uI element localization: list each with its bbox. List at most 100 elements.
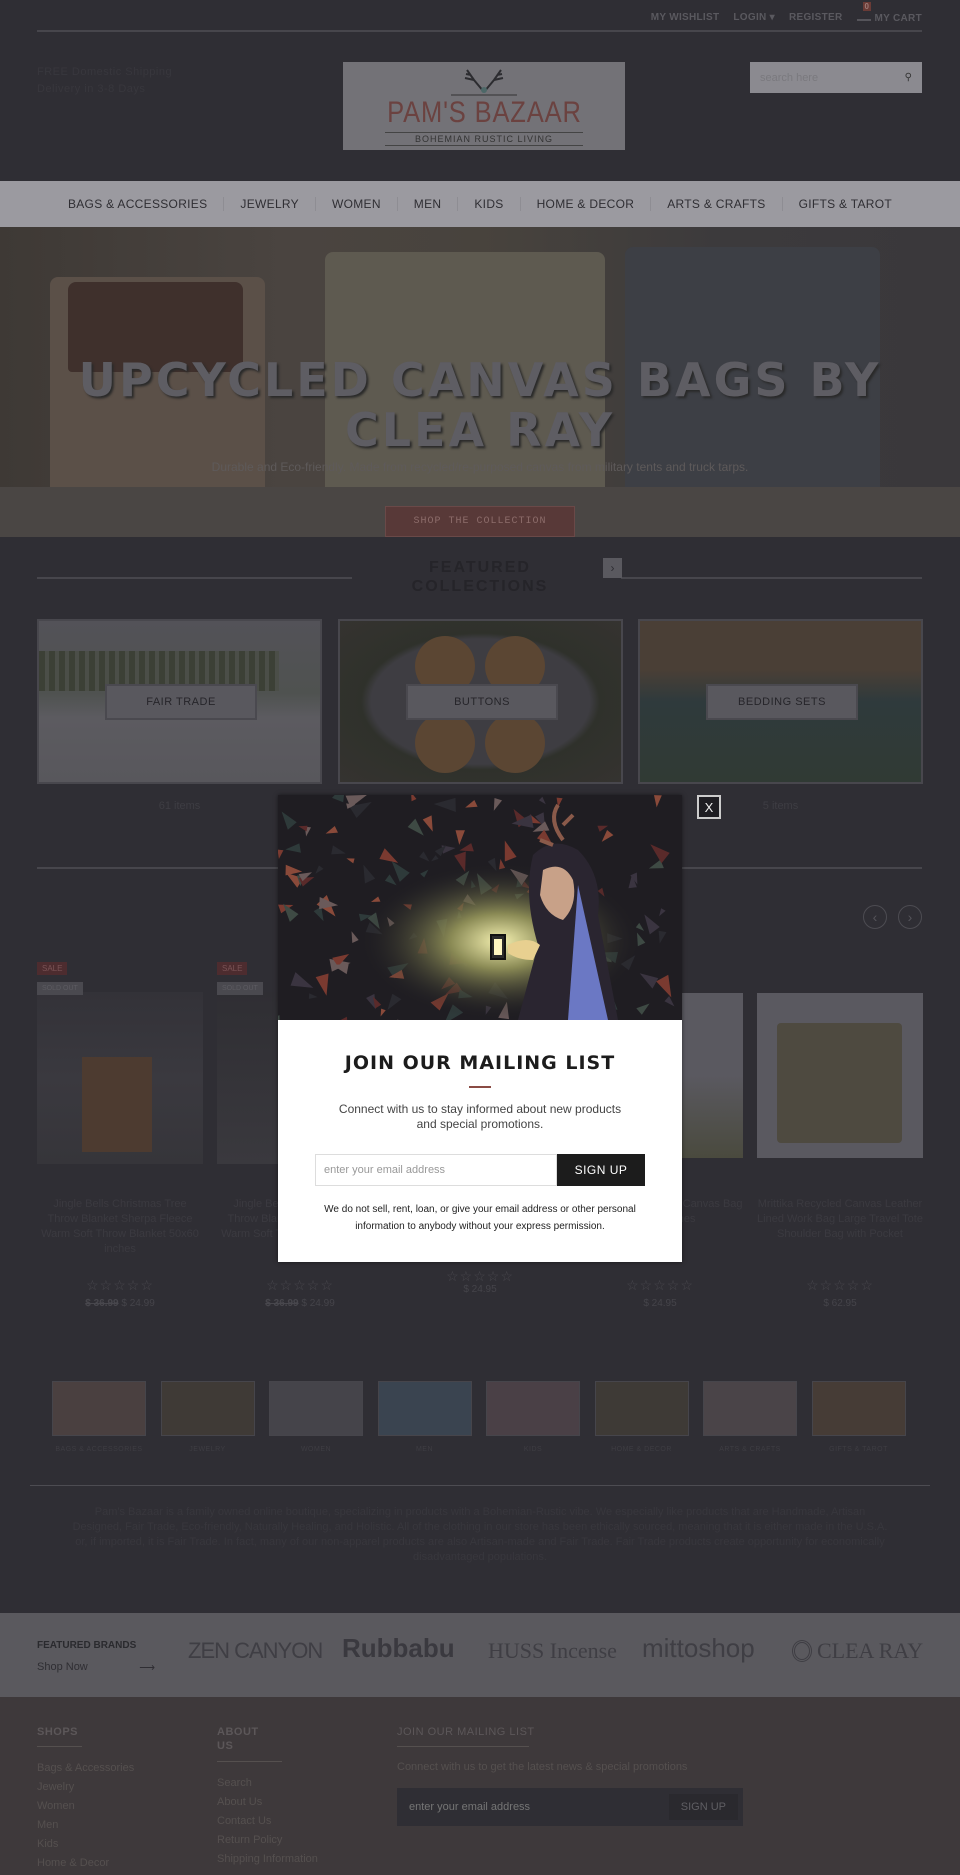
modal-signup-button[interactable]: SIGN UP [557, 1154, 645, 1186]
login-link[interactable]: LOGIN ▾ [733, 12, 775, 23]
nav-item[interactable]: WOMEN [314, 197, 397, 211]
title-underline [469, 1086, 491, 1088]
footer-link[interactable]: Search [217, 1774, 318, 1793]
footer-link[interactable]: Bags & Accessories [37, 1759, 134, 1778]
product-title[interactable]: Mrittika Recycled Canvas Leather Lined W… [757, 1197, 923, 1242]
footer-link[interactable]: Kids [37, 1835, 134, 1854]
collection-card-buttons[interactable]: BUTTONS [338, 619, 623, 784]
footer-link[interactable]: Home & Decor [37, 1854, 134, 1873]
featured-collections-title: FEATURED COLLECTIONS [411, 559, 549, 595]
nav-item[interactable]: KIDS [457, 197, 519, 211]
category-thumb[interactable] [160, 1381, 255, 1436]
current-price: $ 24.99 [301, 1298, 335, 1309]
store-logo[interactable]: PAM'S BAZAAR BOHEMIAN RUSTIC LIVING [343, 62, 625, 150]
footer-link[interactable]: Contact Us [217, 1812, 318, 1831]
wishlist-link[interactable]: MY WISHLIST [651, 12, 720, 23]
carousel-next-icon[interactable]: › [898, 905, 922, 929]
footer-link[interactable]: About Us [217, 1793, 318, 1812]
modal-description: Connect with us to stay informed about n… [338, 1102, 622, 1131]
sale-badge: SALE [217, 962, 248, 975]
footer-link[interactable]: Shipping Information [217, 1850, 318, 1869]
nav-item[interactable]: JEWELRY [223, 197, 315, 211]
brand-logo-clea-ray[interactable]: CLEA RAY [792, 1638, 923, 1664]
current-price: $ 62.95 [823, 1298, 857, 1309]
cart-icon: 0 [856, 2, 872, 21]
nav-item[interactable]: MEN [396, 197, 458, 211]
category-thumb[interactable] [377, 1381, 472, 1436]
category-thumb[interactable] [811, 1381, 906, 1436]
footer-link[interactable]: Women [37, 1797, 134, 1816]
close-icon[interactable]: X [697, 795, 721, 819]
category-label[interactable]: BAGS & ACCESSORIES [52, 1446, 146, 1453]
rating-stars-icon: ☆☆☆☆☆ [86, 1277, 154, 1293]
brand-logo-mittoshop[interactable]: mittoshop [642, 1633, 755, 1664]
footer-link[interactable]: Return Policy [217, 1831, 318, 1850]
category-label[interactable]: ARTS & CRAFTS [703, 1446, 797, 1453]
nav-item[interactable]: ARTS & CRAFTS [650, 197, 781, 211]
footer-link[interactable]: Jewelry [37, 1778, 134, 1797]
hero-title: UPCYCLED CANVAS BAGS BY CLEA RAY [78, 353, 882, 457]
category-thumb[interactable] [594, 1381, 689, 1436]
nav-item[interactable]: HOME & DECOR [519, 197, 651, 211]
about-text: Pam's Bazaar is a family owned online bo… [72, 1506, 888, 1563]
cart-label: MY CART [874, 13, 922, 24]
tagline-line: FREE Domestic Shipping [37, 66, 173, 78]
footer-about-title: ABOUT US [217, 1726, 259, 1752]
brand-logo-rubbabu[interactable]: Rubbabu [342, 1633, 455, 1664]
cart-link[interactable]: 0 MY CART [856, 2, 922, 24]
footer-signup-button[interactable]: SIGN UP [668, 1794, 738, 1820]
footer-mail-title: JOIN OUR MAILING LIST [397, 1726, 535, 1738]
nav-item[interactable]: GIFTS & TAROT [781, 197, 908, 211]
login-label: LOGIN [733, 12, 767, 23]
product-image[interactable] [757, 993, 923, 1158]
search-box: ⚲ [750, 62, 922, 93]
carousel-prev-icon[interactable]: ‹ [863, 905, 887, 929]
footer-subscribe-form: SIGN UP [397, 1788, 743, 1826]
rating-stars-icon: ☆☆☆☆☆ [626, 1277, 694, 1293]
footer-email-input[interactable] [409, 1801, 649, 1813]
category-label[interactable]: HOME & DECOR [595, 1446, 689, 1453]
nav-item[interactable]: BAGS & ACCESSORIES [52, 197, 223, 211]
register-link[interactable]: REGISTER [789, 12, 843, 23]
sale-badge: SALE [37, 962, 68, 975]
footer-link[interactable]: Men [37, 1816, 134, 1835]
category-thumb[interactable] [703, 1381, 797, 1436]
brand-logo-huss-incense[interactable]: HUSS Incense [488, 1638, 617, 1664]
rating-stars-icon: ☆☆☆☆☆ [446, 1268, 514, 1284]
divider [37, 577, 352, 579]
shop-now-link[interactable]: Shop Now ⟶ [37, 1661, 155, 1674]
current-price: $ 24.95 [643, 1298, 677, 1309]
footer-mail-text: Connect with us to get the latest news &… [397, 1761, 688, 1773]
hero-banner: UPCYCLED CANVAS BAGS BY CLEA RAY Durable… [0, 227, 960, 537]
old-price: $ 36.99 [85, 1298, 119, 1309]
category-label[interactable]: KIDS [486, 1446, 580, 1453]
footer-shops-title: SHOPS [37, 1726, 79, 1738]
category-label[interactable]: JEWELRY [161, 1446, 255, 1453]
search-input[interactable] [760, 71, 880, 84]
search-icon[interactable]: ⚲ [905, 72, 912, 83]
category-thumb[interactable] [269, 1381, 363, 1436]
divider [621, 577, 922, 579]
category-thumb[interactable] [52, 1381, 146, 1436]
product-price: $ 62.95 [757, 1298, 923, 1309]
category-label[interactable]: MEN [378, 1446, 472, 1453]
category-label[interactable]: WOMEN [269, 1446, 363, 1453]
collection-card-bedding-sets[interactable]: BEDDING SETS [638, 619, 923, 784]
modal-title: JOIN OUR MAILING LIST [344, 1052, 616, 1074]
product-title[interactable]: Jingle Bells Christmas Tree Throw Blanke… [37, 1197, 203, 1257]
shop-collection-button[interactable]: SHOP THE COLLECTION [385, 506, 575, 537]
product-image[interactable] [37, 992, 203, 1164]
modal-email-input[interactable] [315, 1154, 557, 1186]
chevron-right-icon[interactable]: › [603, 558, 622, 578]
product-price: $ 36.99 $ 24.99 [217, 1298, 383, 1309]
category-label[interactable]: GIFTS & TAROT [812, 1446, 906, 1453]
collection-label: BEDDING SETS [706, 684, 858, 720]
product-price: $ 24.95 [577, 1298, 743, 1309]
category-thumb[interactable] [486, 1381, 580, 1436]
hero-subtitle: Durable and Eco-friendly. Made from recy… [211, 460, 749, 474]
brand-logo-zen-canyon[interactable]: ZEN CANYON [188, 1638, 323, 1664]
main-nav: BAGS & ACCESSORIES JEWELRY WOMEN MEN KIDS HOM… [0, 181, 960, 227]
divider [37, 30, 922, 32]
collection-card-fair-trade[interactable]: FAIR TRADE [37, 619, 322, 784]
modal-subscribe-form: SIGN UP [315, 1154, 645, 1186]
